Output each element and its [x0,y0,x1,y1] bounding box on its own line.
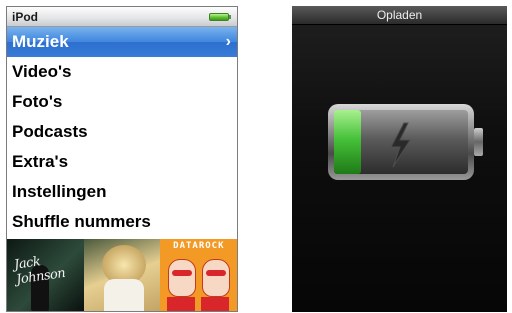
screen-title: iPod [12,10,38,24]
menu-item-label: Shuffle nummers [12,212,151,231]
menu-item-label: Foto's [12,92,63,111]
menu-item-label: Podcasts [12,122,88,141]
menu-item-videos[interactable]: Video's [7,57,237,87]
album-art-face [202,259,231,297]
album-art-singer [83,239,161,311]
menu-item-podcasts[interactable]: Podcasts [7,117,237,147]
album-art-signature: Jack Johnson [13,254,67,288]
menu-item-label: Instellingen [12,182,107,201]
album-art-strip: Jack Johnson DATAROCK [7,239,237,311]
album-art-face [168,259,197,297]
menu-item-muziek[interactable]: Muziek › [7,27,237,57]
battery-charge-fill [334,110,361,174]
charging-screen: Opladen [292,6,507,312]
menu-item-shuffle-nummers[interactable]: Shuffle nummers [7,207,237,237]
ipod-menu-screen: iPod Muziek › Video's Foto's Podcasts Ex… [6,6,238,312]
chevron-right-icon: › [225,33,231,50]
battery-icon [209,13,231,21]
album-art-shirt [167,297,196,311]
menu-item-label: Video's [12,62,72,81]
battery-body [328,104,483,180]
menu-item-instellingen[interactable]: Instellingen [7,177,237,207]
album-art-dress [103,279,144,311]
menu-item-label: Muziek [12,32,69,51]
album-art-jack-johnson: Jack Johnson [7,239,84,311]
menu-item-fotos[interactable]: Foto's [7,87,237,117]
charging-battery-graphic [328,104,483,256]
main-menu: Muziek › Video's Foto's Podcasts Extra's… [7,27,237,237]
album-art-shirt [201,297,230,311]
battery-reflection [328,180,483,256]
menu-item-label: Extra's [12,152,69,171]
album-art-datarock: DATAROCK [160,239,237,311]
album-art-title: DATAROCK [173,241,225,251]
battery-terminal [474,128,483,156]
title-bar: iPod [7,7,237,27]
menu-item-extras[interactable]: Extra's [7,147,237,177]
